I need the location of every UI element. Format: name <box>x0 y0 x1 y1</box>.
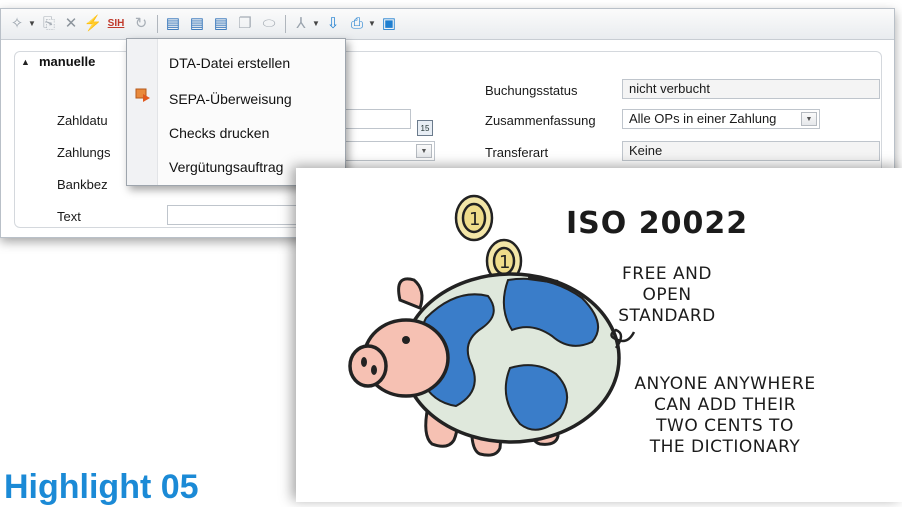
delete-icon[interactable]: ✕ <box>61 15 81 33</box>
chevron-down-icon[interactable]: ▼ <box>311 15 321 33</box>
transferart-value: Keine <box>629 143 663 158</box>
chevron-down-icon[interactable]: ▼ <box>416 144 432 158</box>
zusammenfassung-select[interactable]: Alle OPs in einer Zahlung ▼ <box>622 109 820 129</box>
group-title: manuelle <box>39 54 96 69</box>
zahldatum-label: Zahldatu <box>57 113 108 128</box>
payment-export-menu: DTA-Datei erstellen SEPA-Überweisung Che… <box>126 38 346 186</box>
menu-icon-gutter <box>127 39 158 185</box>
collapse-triangle-icon[interactable]: ▲ <box>21 57 30 67</box>
filter-icon[interactable]: ⅄ <box>291 15 311 33</box>
caption-line: THE DICTIONARY <box>649 437 801 457</box>
bankbezug-label: Bankbez <box>57 177 108 192</box>
buchungsstatus-label: Buchungsstatus <box>485 83 578 98</box>
menu-item-label: SEPA-Überweisung <box>169 91 292 107</box>
zahlungsart-label: Zahlungs <box>57 145 111 160</box>
svg-text:1: 1 <box>499 252 510 273</box>
toolbar-separator <box>285 15 286 33</box>
menu-item-label: Checks drucken <box>169 125 270 141</box>
toolbar: ✧ ▼ ⎘ ✕ ⚡ SIH ↻ ▤ ▤ ▤ ❐ ⬭ ⅄ ▼ ⇩ ⎙ ▼ ▣ <box>1 9 894 40</box>
menu-item-sepa-ueberweisung[interactable]: SEPA-Überweisung <box>169 87 292 111</box>
zusammenfassung-label: Zusammenfassung <box>485 113 596 128</box>
zusammenfassung-value: Alle OPs in einer Zahlung <box>629 111 777 126</box>
toolbar-separator <box>157 15 158 33</box>
chevron-down-icon[interactable]: ▼ <box>801 112 817 126</box>
caption-line: ANYONE ANYWHERE <box>634 374 816 394</box>
subtitle-line: OPEN STANDARD <box>618 285 716 326</box>
buchungsstatus-field: nicht verbucht <box>622 79 880 99</box>
text-field[interactable] <box>167 205 317 225</box>
transferart-label: Transferart <box>485 145 549 160</box>
lightning-icon[interactable]: ⚡ <box>83 15 103 33</box>
cartoon-subtitle: FREE AND OPEN STANDARD <box>592 264 742 327</box>
buchungsstatus-value: nicht verbucht <box>629 81 710 96</box>
cartoon-title: ISO 20022 <box>566 206 749 241</box>
duplicate-icon[interactable]: ❐ <box>235 15 255 33</box>
svg-text:1: 1 <box>469 209 480 230</box>
print-icon[interactable]: ⎙ <box>347 15 367 33</box>
cartoon-caption: ANYONE ANYWHERE CAN ADD THEIR TWO CENTS … <box>630 374 820 458</box>
edit-doc-icon[interactable]: ▤ <box>187 15 207 33</box>
eraser-icon[interactable]: ⬭ <box>259 15 279 33</box>
import-icon[interactable]: ⇩ <box>323 15 343 33</box>
iso20022-cartoon: 1 1 ISO 20022 FREE AND OPEN STANDARD ANY… <box>296 168 902 502</box>
menu-item-dta-datei[interactable]: DTA-Datei erstellen <box>169 51 290 75</box>
copy-icon[interactable]: ⎘ <box>39 15 59 33</box>
new-doc-icon[interactable]: ▤ <box>163 15 183 33</box>
caption-line: CAN ADD THEIR <box>653 395 797 415</box>
menu-item-label: DTA-Datei erstellen <box>169 55 291 71</box>
caption-line: TWO CENTS TO <box>656 416 794 436</box>
chevron-down-icon[interactable]: ▼ <box>367 15 377 33</box>
text-label: Text <box>57 209 81 224</box>
highlight-heading: Highlight 05 <box>4 468 199 506</box>
sepa-transfer-icon <box>135 88 150 102</box>
menu-item-checks-drucken[interactable]: Checks drucken <box>169 121 269 145</box>
coin-icon: 1 <box>454 194 494 242</box>
transferart-field: Keine <box>622 141 880 161</box>
chevron-down-icon[interactable]: ▼ <box>27 15 37 33</box>
menu-item-verguetungsauftrag[interactable]: Vergütungsauftrag <box>169 155 283 179</box>
remove-doc-icon[interactable]: ▤ <box>211 15 231 33</box>
subtitle-line: FREE AND <box>622 264 712 284</box>
calendar-icon[interactable]: 15 <box>417 120 433 136</box>
menu-item-label: Vergütungsauftrag <box>169 159 284 175</box>
wand-icon[interactable]: ✧ <box>7 15 27 33</box>
sih-icon[interactable]: SIH <box>105 15 127 33</box>
refresh-icon[interactable]: ↻ <box>131 15 151 33</box>
save-icon[interactable]: ▣ <box>379 15 399 33</box>
